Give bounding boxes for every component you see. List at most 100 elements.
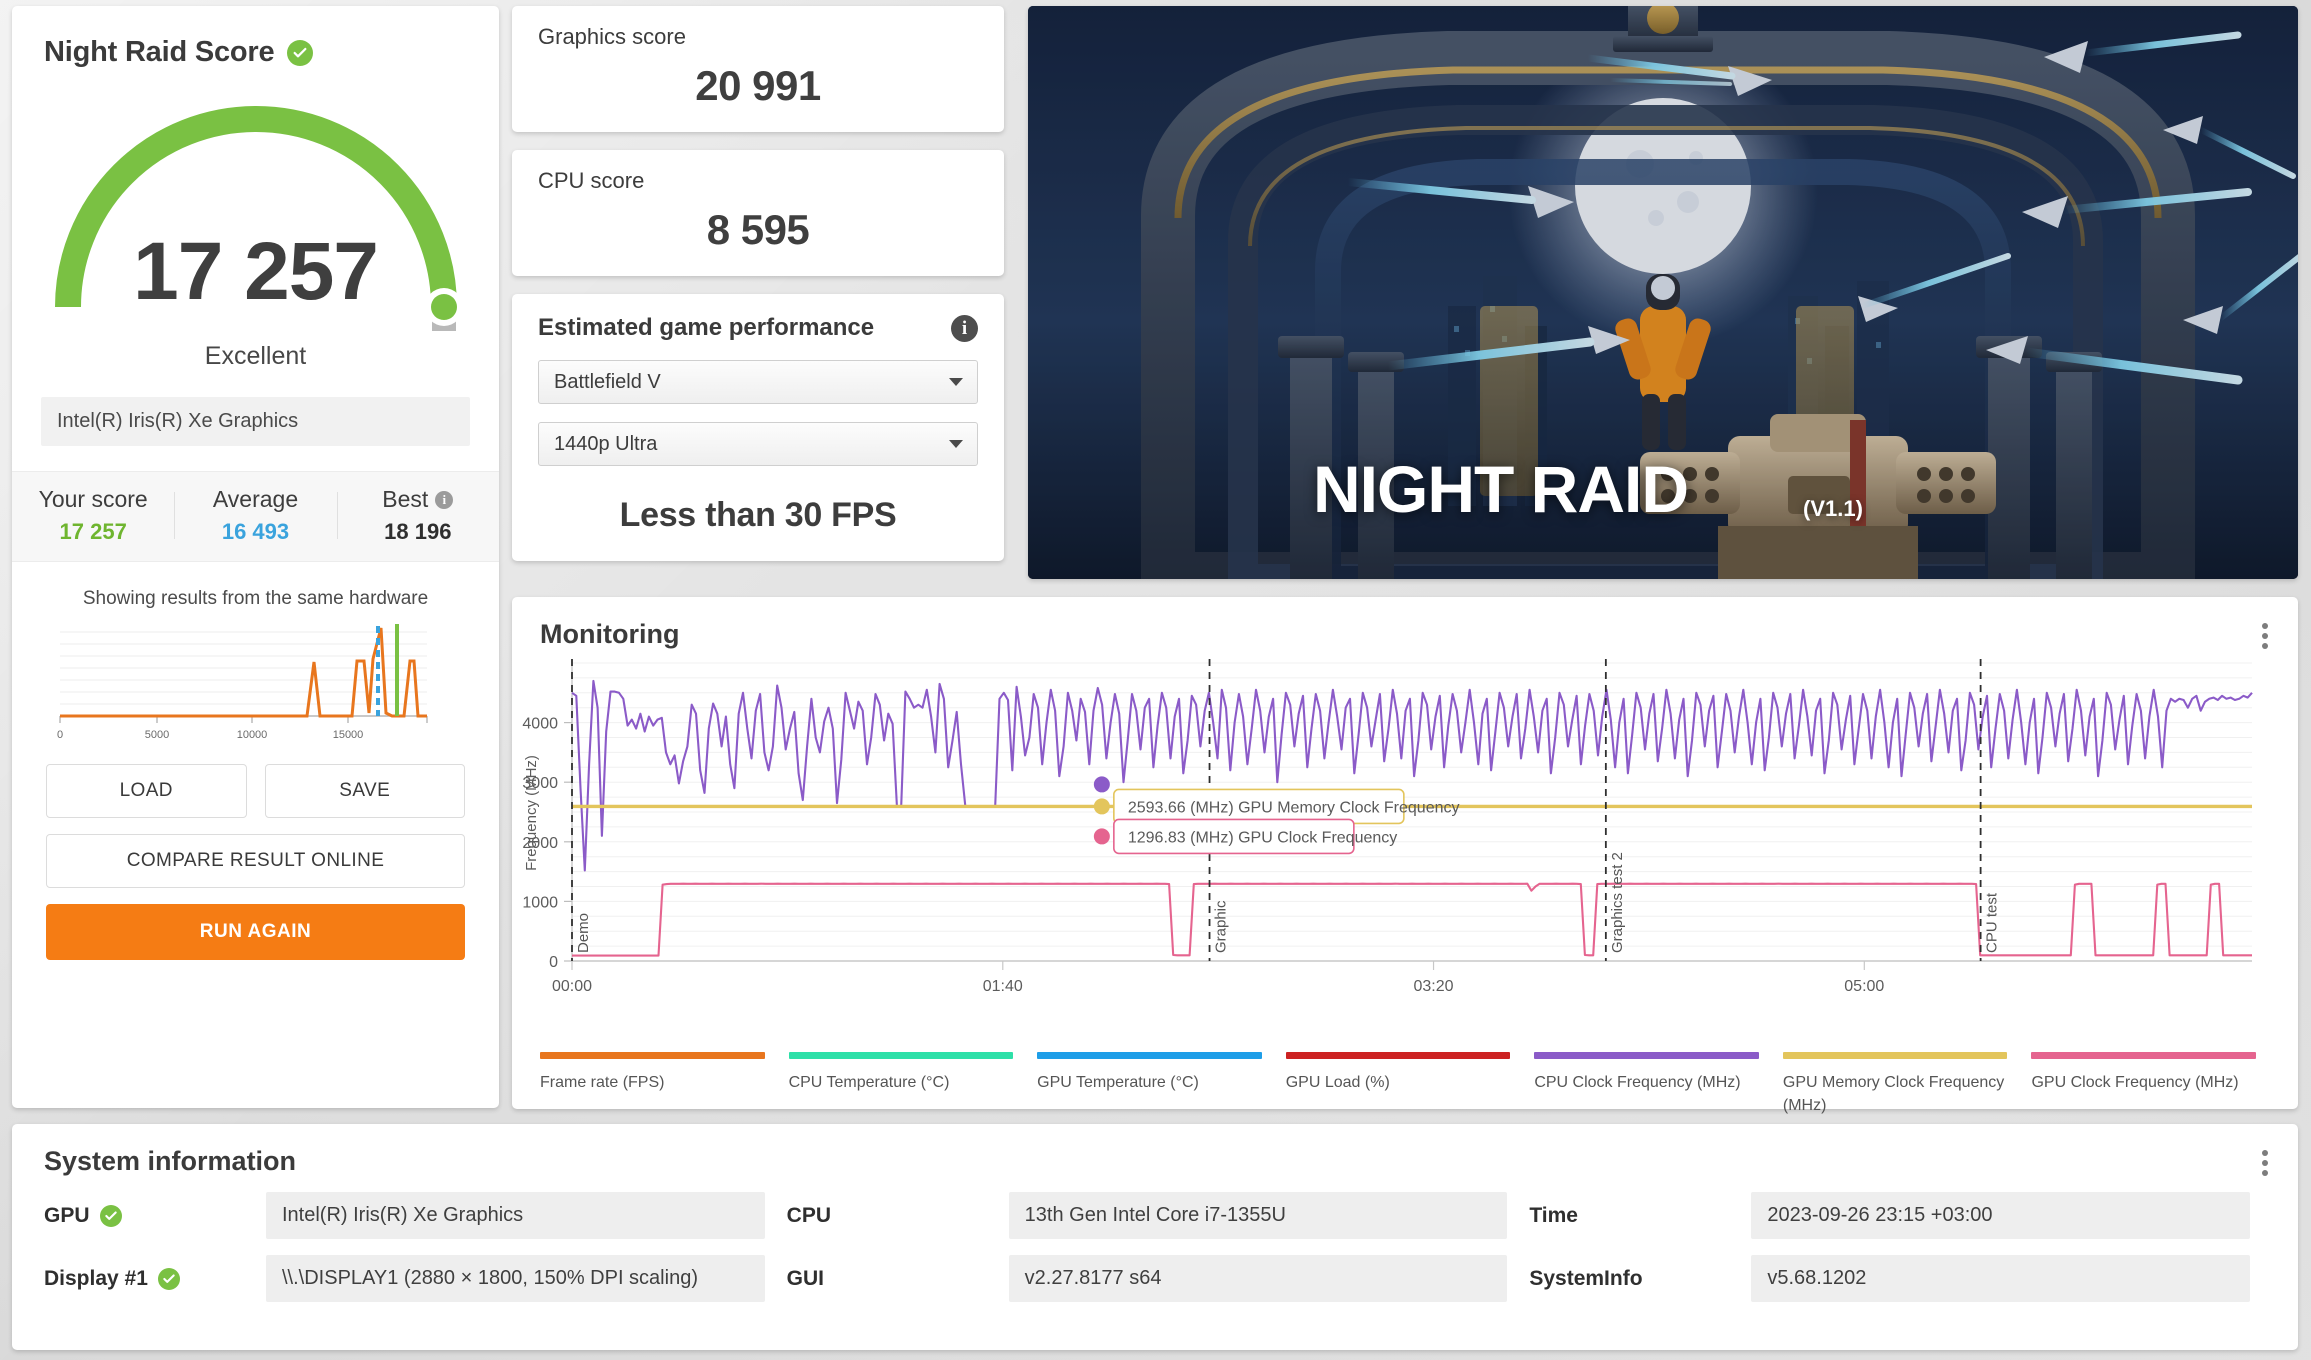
- run-again-button[interactable]: RUN AGAIN: [46, 904, 465, 960]
- best-score-label-wrap: Best i: [337, 486, 499, 513]
- svg-text:Demo: Demo: [575, 913, 592, 953]
- score-comparison-block: Your score 17 257 Average 16 493 Best i …: [12, 471, 499, 562]
- estimated-game-performance-card: Estimated game performance i Battlefield…: [512, 294, 1004, 561]
- kebab-menu-icon[interactable]: [2258, 1146, 2272, 1180]
- sub-scores-column: Graphics score 20 991 CPU score 8 595 Es…: [512, 6, 1004, 561]
- system-info-column: Time 2023-09-26 23:15 +03:00 SystemInfo …: [1529, 1192, 2272, 1318]
- system-information-title: System information: [44, 1146, 297, 1176]
- system-info-key: SystemInfo: [1529, 1266, 1643, 1290]
- system-info-value: 2023-09-26 23:15 +03:00: [1751, 1192, 2251, 1239]
- svg-text:4000: 4000: [522, 716, 558, 733]
- monitoring-chart: 01000200030004000 00:00 01:40 03:20 05:00 F…: [522, 659, 2253, 995]
- chevron-down-icon: [949, 440, 963, 448]
- legend-label: GPU Temperature (°C): [1037, 1074, 1199, 1091]
- fps-estimate-value: Less than 30 FPS: [619, 496, 897, 534]
- legend-label: CPU Temperature (°C): [788, 1074, 950, 1091]
- legend-item[interactable]: GPU Load (%): [1285, 1052, 1535, 1117]
- svg-text:CPU test: CPU test: [1984, 892, 2001, 953]
- preset-select[interactable]: 1440p Ultra: [538, 422, 978, 466]
- system-info-value: v5.68.1202: [1751, 1255, 2251, 1302]
- score-distribution-chart: 0 5000 10000 15000: [52, 620, 459, 750]
- legend-item[interactable]: CPU Temperature (°C): [788, 1052, 1038, 1117]
- hardware-note: Showing results from the same hardware: [82, 588, 429, 609]
- legend-color-swatch: [1285, 1052, 1511, 1059]
- svg-text:03:20: 03:20: [1414, 978, 1454, 995]
- system-info-row: Display #1 \\.\DISPLAY1 (2880 × 1800, 15…: [44, 1255, 765, 1302]
- average-score-cell: Average 16 493: [174, 486, 336, 545]
- night-raid-score-value: 17 257: [133, 226, 379, 317]
- system-info-value: Intel(R) Iris(R) Xe Graphics: [266, 1192, 765, 1239]
- score-gauge: 17 257: [12, 75, 499, 350]
- system-info-column: GPU Intel(R) Iris(R) Xe Graphics Display…: [44, 1192, 787, 1318]
- svg-text:10000: 10000: [237, 729, 268, 741]
- cpu-score-value: 8 595: [706, 206, 810, 253]
- your-score-value: 17 257: [59, 519, 127, 544]
- legend-item[interactable]: GPU Memory Clock Frequency (MHz): [1782, 1052, 2032, 1117]
- system-info-key-wrap: Display #1: [44, 1267, 266, 1291]
- page-title: Night Raid Score: [44, 36, 275, 68]
- system-information-panel: System information GPU Intel(R) Iris(R) …: [12, 1124, 2298, 1350]
- check-badge-icon: [157, 1267, 180, 1290]
- info-icon[interactable]: i: [951, 314, 978, 342]
- system-info-key: CPU: [786, 1203, 832, 1227]
- hero-title: NIGHT RAID: [1313, 452, 1689, 526]
- system-info-key-wrap: GUI: [787, 1267, 1009, 1291]
- svg-text:01:40: 01:40: [983, 978, 1023, 995]
- save-button[interactable]: SAVE: [264, 764, 465, 818]
- cpu-score-label: CPU score: [538, 168, 645, 193]
- svg-text:00:00: 00:00: [552, 978, 592, 995]
- hero-version: (V1.1): [1803, 496, 1863, 521]
- legend-item[interactable]: Frame rate (FPS): [540, 1052, 789, 1117]
- legend-item[interactable]: GPU Temperature (°C): [1037, 1052, 1286, 1117]
- monitoring-panel: Monitoring 0 1000 2000 3000 4000 00:00 01:40 0…: [512, 597, 2298, 1114]
- monitoring-legend: Frame rate (FPS) CPU Temperature (°C) GP…: [540, 1052, 2280, 1117]
- average-score-value: 16 493: [221, 519, 290, 544]
- legend-color-swatch: [1037, 1052, 1262, 1059]
- legend-item[interactable]: CPU Clock Frequency (MHz): [1534, 1052, 1783, 1117]
- gpu-name-strip: Intel(R) Iris(R) Xe Graphics: [41, 397, 470, 446]
- game-select-value: Battlefield V: [554, 370, 661, 393]
- compare-result-online-button[interactable]: COMPARE RESULT ONLINE: [46, 834, 465, 888]
- svg-text:5000: 5000: [145, 729, 169, 741]
- graphics-score-card: Graphics score 20 991: [512, 6, 1004, 132]
- y-axis-label: Frequency (MHz): [523, 755, 540, 871]
- legend-color-swatch: [1782, 1052, 2008, 1059]
- legend-label: Frame rate (FPS): [540, 1074, 665, 1091]
- svg-text:1000: 1000: [522, 894, 558, 911]
- system-info-key-wrap: SystemInfo: [1529, 1267, 1751, 1291]
- svg-text:05:00: 05:00: [1844, 978, 1884, 995]
- graphics-score-value: 20 991: [695, 62, 821, 109]
- system-info-key-wrap: Time: [1529, 1204, 1751, 1228]
- system-info-row: GPU Intel(R) Iris(R) Xe Graphics: [44, 1192, 765, 1239]
- load-button[interactable]: LOAD: [46, 764, 247, 818]
- best-score-label: Best: [382, 486, 429, 512]
- system-info-row: SystemInfo v5.68.1202: [1529, 1255, 2251, 1302]
- graphics-score-label: Graphics score: [538, 24, 686, 49]
- legend-color-swatch: [2031, 1052, 2257, 1059]
- legend-color-swatch: [1534, 1052, 1759, 1059]
- system-info-column: CPU 13th Gen Intel Core i7-1355U GUI v2.…: [787, 1192, 1530, 1318]
- svg-text:Graphic: Graphic: [1213, 900, 1230, 953]
- your-score-cell: Your score 17 257: [12, 486, 174, 545]
- benchmark-result-page: Night Raid Score 17 257 Excellent Intel(…: [0, 0, 2311, 1360]
- system-info-value: 13th Gen Intel Core i7-1355U: [1008, 1192, 1508, 1239]
- legend-item[interactable]: GPU Clock Frequency (MHz): [2031, 1052, 2280, 1117]
- best-score-value: 18 196: [384, 519, 452, 544]
- system-info-value: v2.27.8177 s64: [1008, 1255, 1508, 1302]
- system-info-row: GUI v2.27.8177 s64: [787, 1255, 1508, 1302]
- score-panel-header: Night Raid Score: [12, 6, 499, 69]
- svg-text:15000: 15000: [333, 729, 364, 741]
- legend-label: CPU Clock Frequency (MHz): [1534, 1074, 1741, 1091]
- system-info-key-wrap: CPU: [787, 1204, 1009, 1228]
- check-badge-icon: [287, 39, 314, 66]
- benchmark-preview-image: NIGHT RAID (V1.1): [1028, 6, 2298, 579]
- legend-label: GPU Clock Frequency (MHz): [2031, 1074, 2239, 1091]
- info-icon[interactable]: i: [435, 490, 454, 509]
- best-score-cell: Best i 18 196: [336, 486, 499, 545]
- game-select[interactable]: Battlefield V: [538, 360, 978, 404]
- check-badge-icon: [99, 1204, 122, 1227]
- legend-color-swatch: [788, 1052, 1014, 1059]
- system-info-key: GPU: [44, 1203, 90, 1227]
- svg-text:0: 0: [549, 954, 558, 971]
- system-info-key: GUI: [786, 1266, 825, 1290]
